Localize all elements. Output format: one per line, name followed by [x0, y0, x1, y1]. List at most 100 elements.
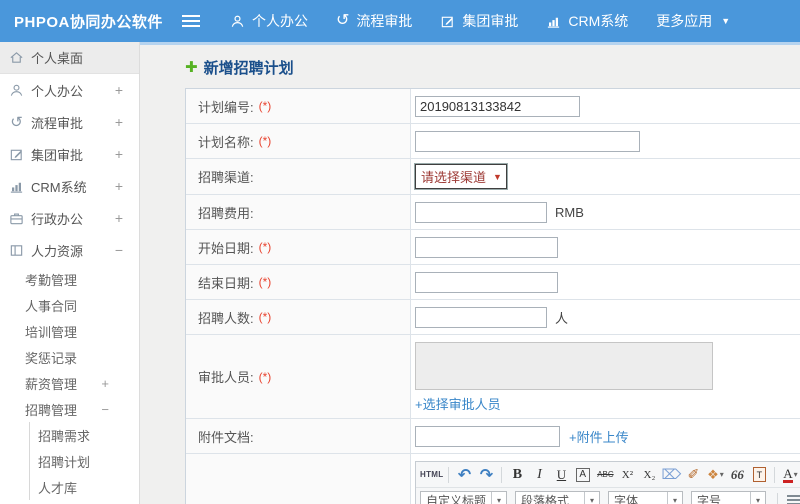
- superscript-button[interactable]: X²: [617, 465, 637, 485]
- font-border-button[interactable]: A: [576, 467, 591, 482]
- field-label: 结束日期: (*): [186, 265, 411, 299]
- book-icon: [8, 242, 25, 258]
- strikethrough-button[interactable]: ABC: [595, 465, 615, 485]
- end-date-input[interactable]: [415, 271, 558, 293]
- sidebar-item-label: 人力资源: [31, 243, 84, 259]
- font-size-combo[interactable]: 字号 ▾: [691, 491, 767, 504]
- subscript-button[interactable]: X₂: [639, 465, 659, 485]
- bold-button[interactable]: B: [507, 465, 527, 485]
- sidebar-subitem-talent-pool[interactable]: 人才库: [30, 474, 139, 500]
- custom-heading-combo[interactable]: 自定义标题 ▾: [420, 491, 508, 504]
- sidebar-item-workflow-approval[interactable]: ↺ 流程审批 +: [0, 106, 139, 138]
- collapse-minus-icon[interactable]: −: [115, 242, 123, 258]
- dropdown-caret-icon: ▾: [491, 492, 506, 504]
- plan-number-input[interactable]: [415, 95, 580, 117]
- sidebar-subitem-training[interactable]: 培训管理: [0, 318, 139, 344]
- form-row-attachment: 附件文档: +附件上传: [186, 419, 800, 454]
- expand-plus-icon[interactable]: +: [115, 178, 123, 194]
- blockquote-button[interactable]: 66: [727, 465, 747, 485]
- auto-typeset-icon[interactable]: ❖ ▾: [705, 465, 725, 485]
- label-text: 计划编号:: [198, 99, 254, 115]
- nav-label: 集团审批: [462, 13, 519, 29]
- required-mark: (*): [258, 310, 272, 324]
- font-color-button[interactable]: A ▾: [780, 465, 800, 485]
- sidebar-item-label: 行政办公: [31, 211, 84, 227]
- dropdown-caret-icon: ▾: [667, 492, 682, 504]
- collapse-minus-icon[interactable]: −: [101, 402, 109, 417]
- subitem-label: 人才库: [38, 480, 78, 496]
- format-brush-icon[interactable]: ✐: [683, 465, 703, 485]
- required-mark: (*): [258, 134, 272, 148]
- sidebar-item-administrative-office[interactable]: 行政办公 +: [0, 202, 139, 234]
- nav-more-apps[interactable]: 更多应用 ▼: [656, 11, 730, 31]
- nav-crm-system[interactable]: CRM系统: [546, 11, 628, 31]
- start-date-input[interactable]: [415, 236, 558, 258]
- expand-plus-icon[interactable]: +: [115, 114, 123, 130]
- sidebar: 个人桌面 个人办公 + ↺ 流程审批 + 集团审批 + CRM系统 + 行政办公…: [0, 42, 140, 504]
- sidebar-item-human-resources[interactable]: 人力资源 −: [0, 234, 139, 266]
- attachment-input[interactable]: [415, 425, 560, 447]
- form-row-channel: 招聘渠道: 请选择渠道 ▼: [186, 159, 800, 195]
- channel-select[interactable]: 请选择渠道 ▼: [414, 163, 508, 190]
- sidebar-item-personal-office[interactable]: 个人办公 +: [0, 74, 139, 106]
- nav-personal-office[interactable]: 个人办公: [230, 11, 308, 31]
- edit-icon: [8, 146, 25, 162]
- sidebar-item-personal-desktop[interactable]: 个人桌面: [0, 42, 139, 74]
- select-approvers-link[interactable]: +选择审批人员: [415, 394, 501, 413]
- sidebar-subitem-attendance[interactable]: 考勤管理: [0, 266, 139, 292]
- form-row-end-date: 结束日期: (*): [186, 265, 800, 300]
- form-row-approvers: 审批人员: (*) +选择审批人员: [186, 335, 800, 419]
- dropdown-caret-icon: ▾: [793, 470, 798, 479]
- sidebar-subitem-salary[interactable]: 薪资管理 +: [0, 370, 139, 396]
- field-label: 招聘费用:: [186, 195, 411, 229]
- italic-button[interactable]: I: [529, 465, 549, 485]
- field-label: 开始日期: (*): [186, 230, 411, 264]
- remove-format-icon[interactable]: ⌦: [661, 465, 682, 485]
- font-family-combo[interactable]: 字体 ▾: [608, 491, 684, 504]
- redo-icon[interactable]: ↷: [476, 465, 496, 485]
- undo-icon[interactable]: ↶: [454, 465, 474, 485]
- plan-name-input[interactable]: [415, 130, 640, 152]
- recruitment-plan-form: 计划编号: (*) 计划名称: (*): [185, 88, 800, 504]
- paragraph-format-combo[interactable]: 段落格式 ▾: [515, 491, 601, 504]
- sidebar-item-group-approval[interactable]: 集团审批 +: [0, 138, 139, 170]
- dropdown-caret-icon: ▾: [584, 492, 599, 504]
- upload-attachment-link[interactable]: +附件上传: [569, 427, 629, 446]
- label-text: 开始日期:: [198, 240, 254, 256]
- subitem-label: 培训管理: [25, 324, 78, 340]
- combo-value: 字号: [697, 494, 722, 504]
- nav-label: CRM系统: [568, 13, 629, 29]
- workflow-arrow-icon: ↺: [10, 113, 23, 131]
- person-icon: [8, 82, 25, 98]
- field-label: 附件文档:: [186, 419, 411, 453]
- approvers-textarea[interactable]: [415, 342, 713, 390]
- underline-button[interactable]: U: [551, 465, 571, 485]
- person-icon: [231, 15, 244, 27]
- nav-workflow-approval[interactable]: ↺ 流程审批: [336, 11, 412, 31]
- cost-input[interactable]: [415, 201, 547, 223]
- combo-value: 段落格式: [521, 494, 570, 504]
- sidebar-subitem-recruit-demand[interactable]: 招聘需求: [30, 422, 139, 448]
- label-text: 附件文档:: [198, 429, 254, 445]
- sidebar-subitem-recruit-plan[interactable]: 招聘计划: [30, 448, 139, 474]
- headcount-input[interactable]: [415, 306, 547, 328]
- expand-plus-icon[interactable]: +: [115, 210, 123, 226]
- edit-icon: [442, 16, 454, 27]
- sidebar-subitem-hr-contract[interactable]: 人事合同: [0, 292, 139, 318]
- top-navigation-bar: PHPOA协同办公软件 个人办公 ↺ 流程审批 集团审批 CRM系统 更多应用 …: [0, 0, 800, 42]
- expand-plus-icon[interactable]: +: [101, 376, 109, 391]
- sidebar-subitem-recruitment[interactable]: 招聘管理 −: [0, 396, 139, 422]
- expand-plus-icon[interactable]: +: [115, 146, 123, 162]
- expand-plus-icon[interactable]: +: [115, 82, 123, 98]
- nav-group-approval[interactable]: 集团审批: [440, 11, 518, 31]
- html-source-button[interactable]: HTML: [420, 465, 443, 485]
- align-left-icon[interactable]: [783, 491, 800, 504]
- subitem-label: 招聘需求: [38, 428, 91, 444]
- hamburger-menu-icon[interactable]: [182, 15, 200, 27]
- sidebar-subitem-rewards[interactable]: 奖惩记录: [0, 344, 139, 370]
- form-row-editor: HTML ↶ ↷ B I U A ABC X² X₂ ⌦ ✐ ❖ ▾ 66 T …: [186, 454, 800, 504]
- paste-text-button[interactable]: T: [752, 467, 766, 482]
- combo-value: 自定义标题: [426, 494, 487, 504]
- sidebar-item-crm-system[interactable]: CRM系统 +: [0, 170, 139, 202]
- app-window: PHPOA协同办公软件 个人办公 ↺ 流程审批 集团审批 CRM系统 更多应用 …: [0, 0, 800, 504]
